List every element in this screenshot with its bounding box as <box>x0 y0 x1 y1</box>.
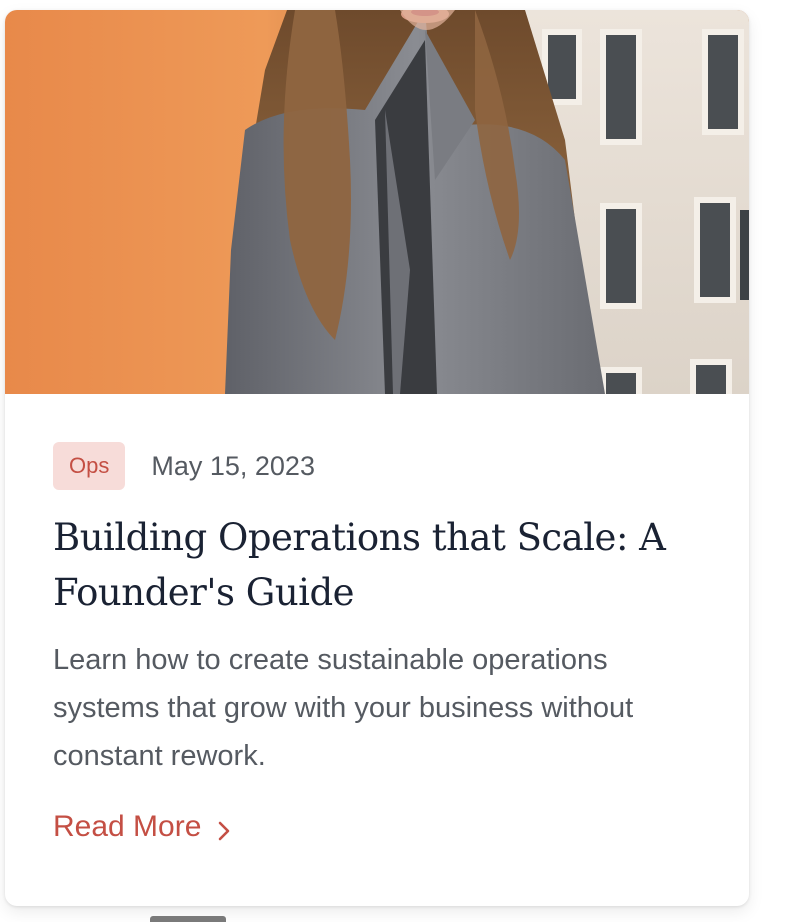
read-more-link[interactable]: Read More <box>53 810 233 844</box>
scroll-indicator <box>150 916 226 922</box>
post-excerpt: Learn how to create sustainable operatio… <box>53 644 634 772</box>
post-title[interactable]: Building Operations that Scale: A Founde… <box>53 510 713 620</box>
category-badge[interactable]: Ops <box>53 442 126 490</box>
chevron-right-icon <box>215 816 233 841</box>
read-more-label: Read More <box>53 810 202 843</box>
post-meta: Ops May 15, 2023 <box>53 442 315 490</box>
post-hero-image[interactable] <box>5 10 749 394</box>
blog-post-card[interactable]: Ops May 15, 2023 Building Operations tha… <box>5 10 749 906</box>
post-date: May 15, 2023 <box>151 450 315 481</box>
